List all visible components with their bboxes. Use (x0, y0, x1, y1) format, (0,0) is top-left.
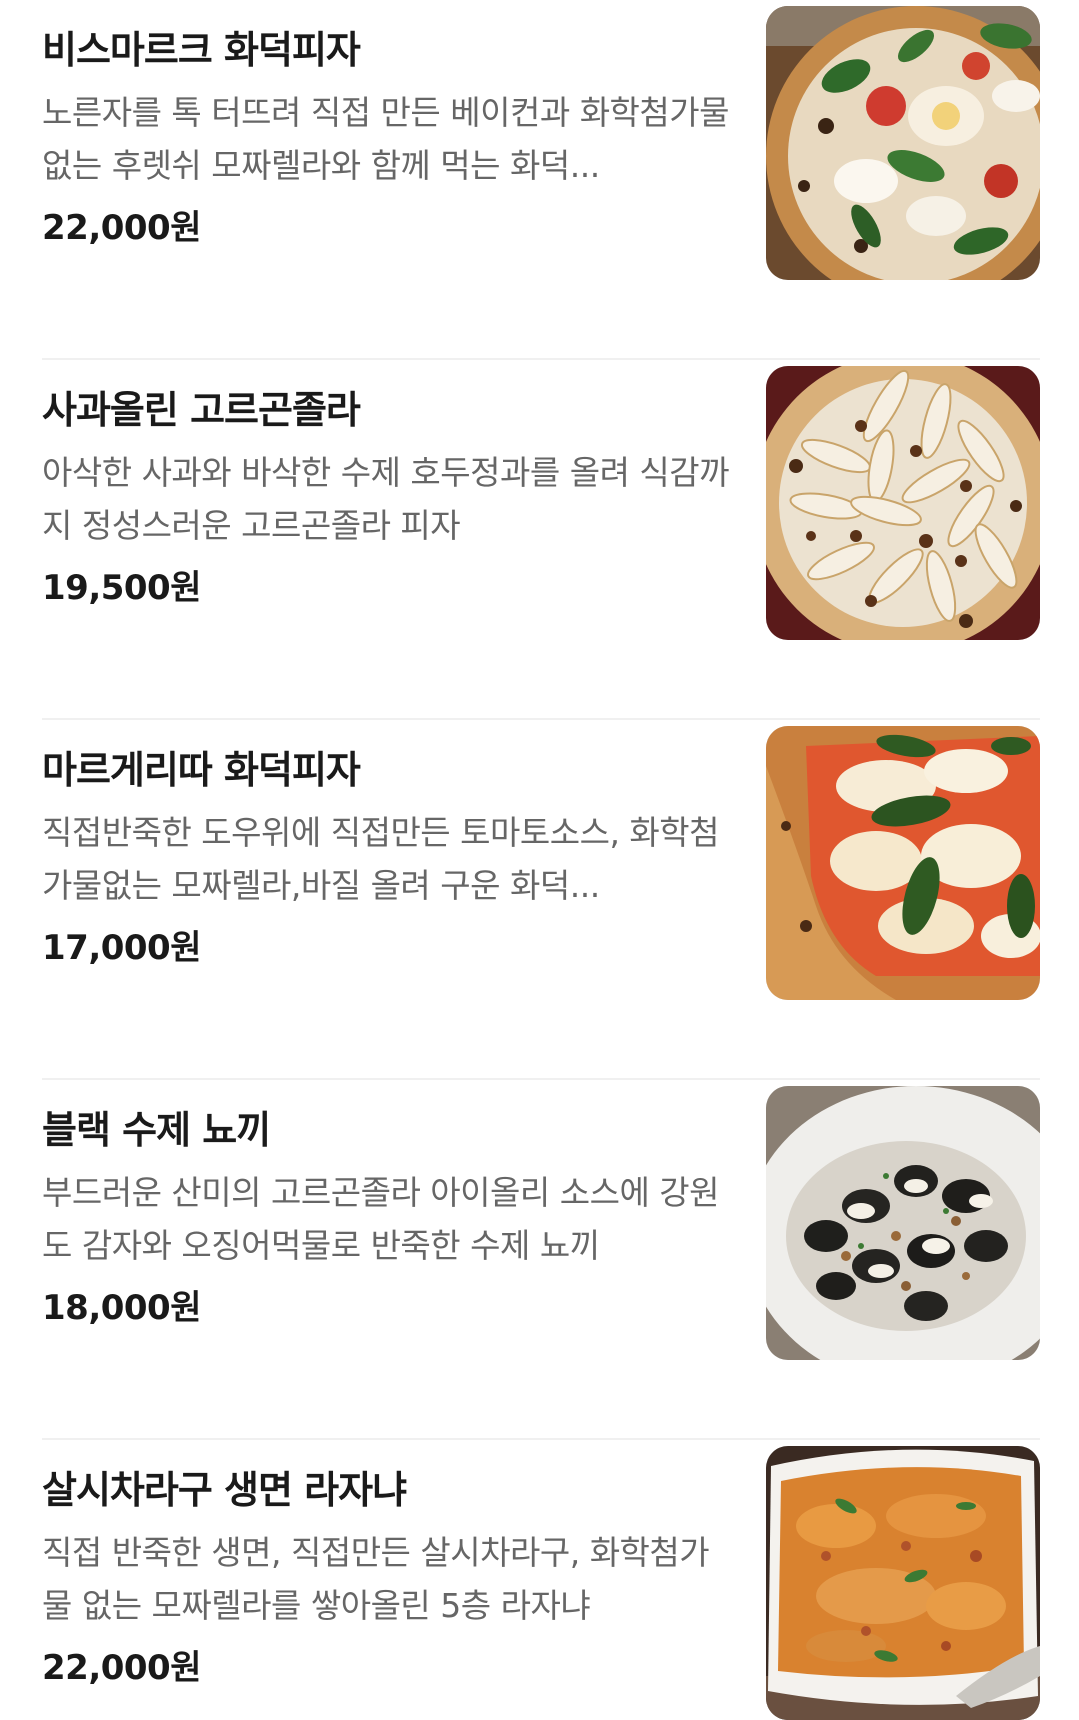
menu-item-text: 사과올린 고르곤졸라 아삭한 사과와 바삭한 수제 호두정과를 올려 식감까지 … (42, 384, 732, 610)
menu-item-price: 22,000원 (42, 208, 201, 248)
menu-item-price: 17,000원 (42, 928, 201, 968)
menu-item-margherita-pizza[interactable]: 마르게리따 화덕피자 직접반죽한 도우위에 직접만든 토마토소스, 화학첨가물없… (42, 720, 1040, 1080)
menu-item-apple-gorgonzola[interactable]: 사과올린 고르곤졸라 아삭한 사과와 바삭한 수제 호두정과를 올려 식감까지 … (42, 360, 1040, 720)
menu-item-text: 블랙 수제 뇨끼 부드러운 산미의 고르곤졸라 아이올리 소스에 강원도 감자와… (42, 1104, 732, 1330)
menu-item-title: 마르게리따 화덕피자 (42, 748, 361, 792)
menu-item-price: 19,500원 (42, 568, 201, 608)
menu-item-description: 부드러운 산미의 고르곤졸라 아이올리 소스에 강원도 감자와 오징어먹물로 반… (42, 1173, 720, 1265)
menu-list: 비스마르크 화덕피자 노른자를 톡 터뜨려 직접 만든 베이컨과 화학첨가물없는… (0, 0, 1079, 1720)
menu-item-description: 노른자를 톡 터뜨려 직접 만든 베이컨과 화학첨가물없는 후렛쉬 모짜렐라와 … (42, 93, 730, 185)
salsiccia-lasagna-photo[interactable] (766, 1446, 1040, 1720)
menu-item-text: 비스마르크 화덕피자 노른자를 톡 터뜨려 직접 만든 베이컨과 화학첨가물없는… (42, 24, 732, 250)
menu-item-title: 사과올린 고르곤졸라 (42, 388, 361, 432)
menu-item-description: 직접반죽한 도우위에 직접만든 토마토소스, 화학첨가물없는 모짜렐라,바질 올… (42, 813, 720, 905)
menu-item-price: 22,000원 (42, 1648, 201, 1688)
menu-item-title: 비스마르크 화덕피자 (42, 28, 361, 72)
margherita-pizza-photo[interactable] (766, 726, 1040, 1000)
menu-item-description: 직접 반죽한 생면, 직접만든 살시차라구, 화학첨가물 없는 모짜렐라를 쌓아… (42, 1533, 710, 1625)
menu-item-text: 마르게리따 화덕피자 직접반죽한 도우위에 직접만든 토마토소스, 화학첨가물없… (42, 744, 732, 970)
bismarck-pizza-photo[interactable] (766, 6, 1040, 280)
menu-item-price: 18,000원 (42, 1288, 201, 1328)
menu-item-title: 블랙 수제 뇨끼 (42, 1108, 271, 1152)
menu-item-title: 살시차라구 생면 라자냐 (42, 1468, 407, 1512)
menu-item-text: 살시차라구 생면 라자냐 직접 반죽한 생면, 직접만든 살시차라구, 화학첨가… (42, 1464, 732, 1690)
apple-gorgonzola-pizza-photo[interactable] (766, 366, 1040, 640)
black-gnocchi-photo[interactable] (766, 1086, 1040, 1360)
menu-item-salsiccia-lasagna[interactable]: 살시차라구 생면 라자냐 직접 반죽한 생면, 직접만든 살시차라구, 화학첨가… (42, 1440, 1040, 1720)
menu-item-bismarck-pizza[interactable]: 비스마르크 화덕피자 노른자를 톡 터뜨려 직접 만든 베이컨과 화학첨가물없는… (42, 0, 1040, 360)
menu-item-description: 아삭한 사과와 바삭한 수제 호두정과를 올려 식감까지 정성스러운 고르곤졸라… (42, 453, 730, 545)
menu-item-black-gnocchi[interactable]: 블랙 수제 뇨끼 부드러운 산미의 고르곤졸라 아이올리 소스에 강원도 감자와… (42, 1080, 1040, 1440)
